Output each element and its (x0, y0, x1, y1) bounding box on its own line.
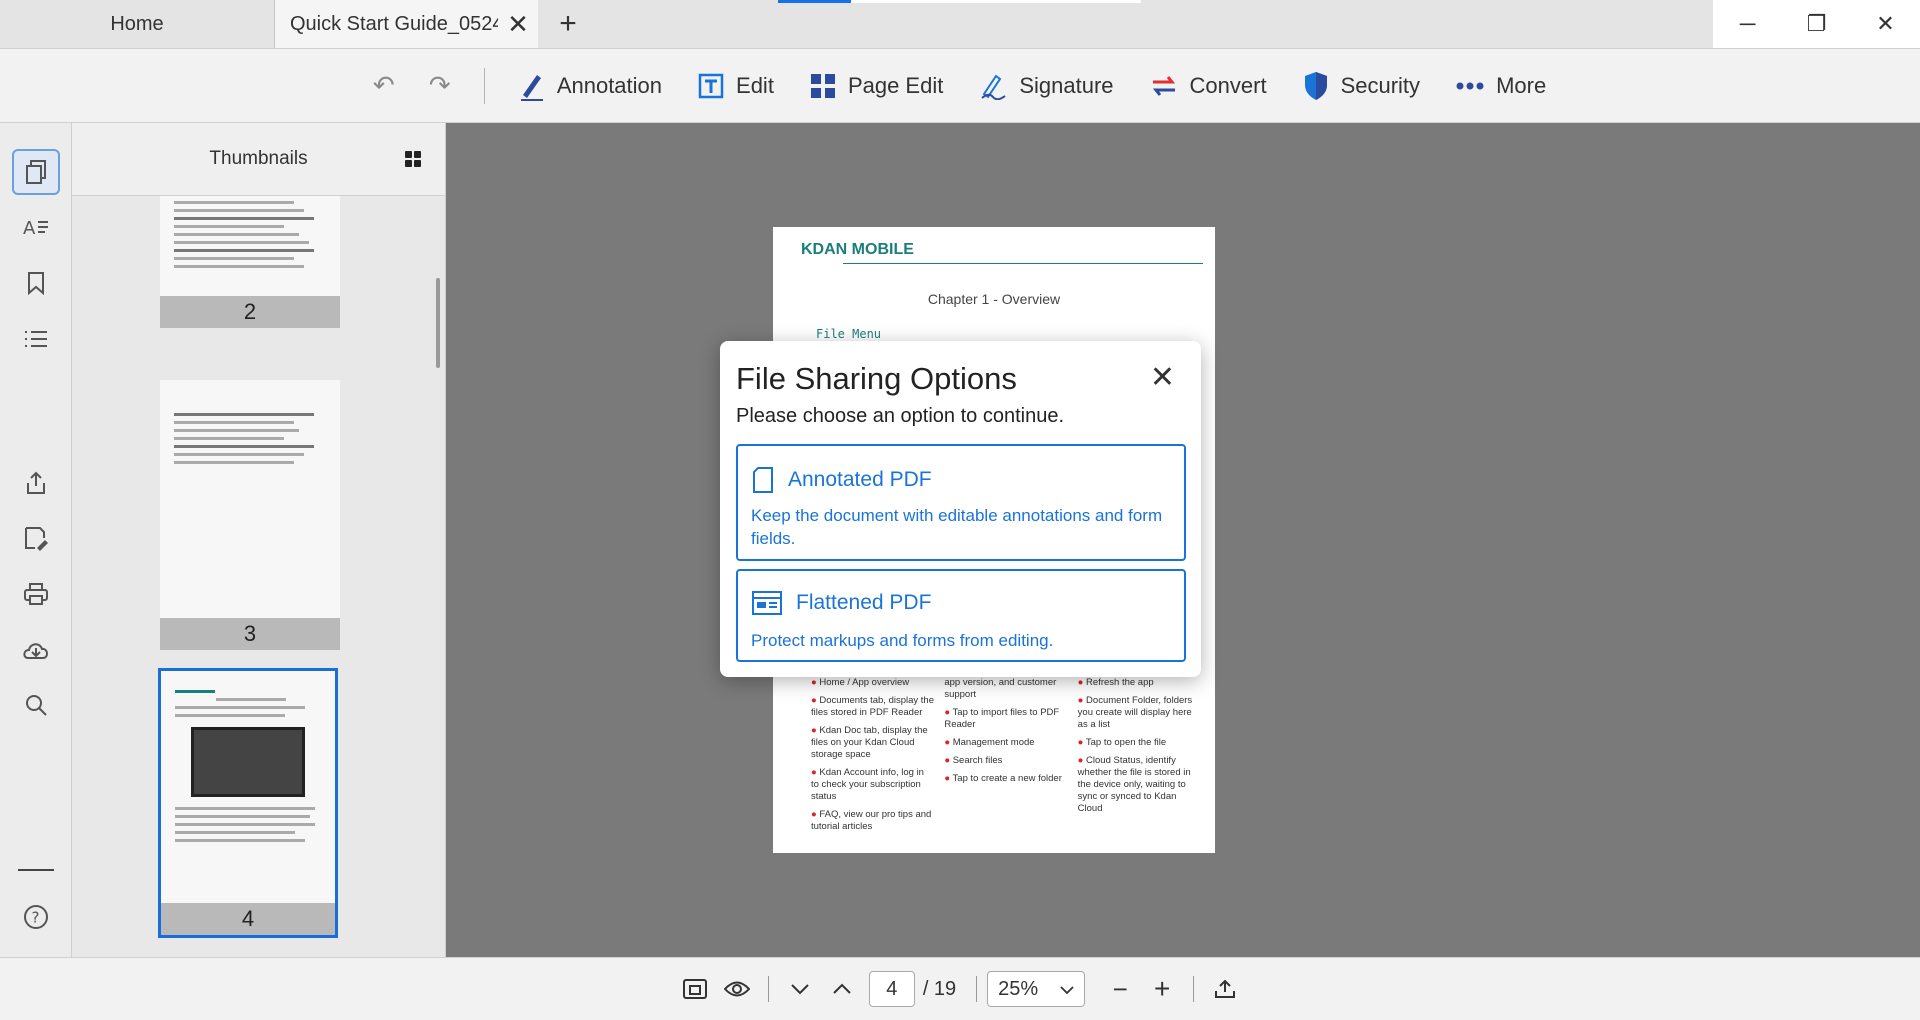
signature-pen-icon (979, 72, 1007, 100)
file-sharing-dialog: File Sharing Options Please choose an op… (720, 341, 1201, 677)
redo-button[interactable]: ↷ (412, 48, 468, 123)
zoom-out-button[interactable]: − (1099, 968, 1141, 1010)
convert-label: Convert (1189, 72, 1267, 98)
thumbnails-panel-icon[interactable] (12, 149, 60, 195)
thumbnail-page-number: 4 (161, 903, 335, 935)
left-rail: A ? (0, 123, 72, 957)
pen-icon (519, 71, 545, 101)
tab-document[interactable]: Quick Start Guide_0524.... ✕ (275, 0, 538, 48)
thumbnails-header: Thumbnails (72, 123, 445, 196)
page-edit-label: Page Edit (847, 72, 944, 98)
fit-page-icon[interactable] (674, 968, 716, 1010)
tab-close-icon[interactable]: ✕ (498, 9, 538, 40)
svg-text:A: A (23, 218, 36, 238)
upload-icon[interactable] (1204, 968, 1246, 1010)
title-bar: Home Quick Start Guide_0524.... ✕ + ─ ❐ … (0, 0, 1920, 48)
svg-text:?: ? (32, 909, 40, 927)
convert-arrows-icon (1150, 73, 1178, 99)
new-tab-button[interactable]: + (548, 0, 588, 48)
print-icon[interactable] (12, 571, 60, 617)
bottom-divider (976, 976, 978, 1002)
legend-column-1: ● Home / App overview ● Documents tab, d… (811, 677, 934, 832)
thumbnail-page-2[interactable]: 2 (160, 196, 340, 328)
bottom-divider (767, 976, 769, 1002)
chapter-heading: Chapter 1 - Overview (927, 291, 1061, 307)
tab-document-label: Quick Start Guide_0524.... (290, 12, 498, 35)
more-label: More (1496, 72, 1547, 98)
share-icon[interactable] (12, 460, 60, 506)
window-controls: ─ ❐ ✕ (1713, 0, 1920, 48)
flattened-pdf-description: Protect markups and forms from editing. (751, 631, 1054, 650)
annotated-pdf-option[interactable]: Annotated PDF Keep the document with edi… (736, 444, 1186, 561)
more-button[interactable]: More (1438, 48, 1564, 123)
view-mode-eye-icon[interactable] (716, 968, 758, 1010)
next-page-chevron-down-icon[interactable] (779, 968, 821, 1010)
loading-bar (778, 0, 1141, 3)
bookmark-icon[interactable] (12, 260, 60, 306)
dialog-close-icon[interactable]: ✕ (1150, 363, 1175, 393)
dialog-title: File Sharing Options (736, 361, 1017, 396)
document-page-icon (752, 466, 774, 494)
bottom-divider (1193, 976, 1195, 1002)
save-icon[interactable] (12, 515, 60, 561)
search-icon[interactable] (12, 682, 60, 728)
header-rule (843, 263, 1203, 264)
previous-page-chevron-up-icon[interactable] (821, 968, 863, 1010)
dialog-subtitle: Please choose an option to continue. (736, 405, 1065, 427)
annotated-pdf-description: Keep the document with editable annotati… (751, 506, 1163, 548)
flattened-document-icon (752, 591, 782, 615)
page-grid-icon (810, 73, 836, 99)
total-pages: / 19 (922, 977, 957, 1000)
thumbnail-page-3[interactable]: 3 (160, 380, 340, 650)
legend-column-3: ● Refresh the app ● Document Folder, fol… (1077, 677, 1193, 814)
help-icon[interactable]: ? (12, 894, 60, 940)
file-menu-heading: File Menu (816, 327, 882, 341)
legend-columns: ● Home / App overview ● Documents tab, d… (811, 677, 1201, 839)
outline-icon[interactable]: A (12, 204, 60, 250)
main-toolbar: ↶ ↷ Annotation Edit Page Edit Signature … (0, 48, 1920, 123)
edit-button[interactable]: Edit (680, 48, 792, 123)
annotation-label: Annotation (556, 72, 663, 98)
thumbnails-panel: Thumbnails 2 3 4 (72, 123, 446, 957)
toolbar-divider (483, 67, 485, 104)
convert-button[interactable]: Convert (1132, 48, 1285, 123)
tab-home-label: Home (110, 12, 164, 35)
more-dots-icon (1456, 81, 1484, 91)
bottom-bar: 4 / 19 25% − + (0, 957, 1920, 1020)
security-button[interactable]: Security (1285, 48, 1438, 123)
tab-home[interactable]: Home (0, 0, 275, 48)
chevron-down-icon (1060, 978, 1074, 1001)
signature-label: Signature (1019, 72, 1114, 98)
annotated-pdf-label: Annotated PDF (788, 468, 932, 491)
zoom-in-button[interactable]: + (1141, 968, 1183, 1010)
restore-button[interactable]: ❐ (1782, 0, 1851, 48)
list-icon[interactable] (12, 316, 60, 362)
rail-divider (18, 869, 54, 871)
flattened-pdf-label: Flattened PDF (796, 591, 932, 614)
security-label: Security (1340, 72, 1421, 98)
grid-view-icon[interactable] (405, 151, 421, 167)
thumbnails-scrollbar[interactable] (436, 278, 440, 368)
undo-button[interactable]: ↶ (356, 48, 412, 123)
signature-button[interactable]: Signature (961, 48, 1131, 123)
annotation-button[interactable]: Annotation (501, 48, 680, 123)
zoom-value: 25% (998, 977, 1039, 1000)
page-edit-button[interactable]: Page Edit (792, 48, 961, 123)
cloud-icon[interactable] (12, 627, 60, 673)
thumbnail-page-number: 2 (160, 296, 340, 328)
kdan-logo: KDAN MOBILE (801, 241, 914, 258)
current-page-input[interactable]: 4 (868, 971, 915, 1007)
zoom-select[interactable]: 25% (987, 971, 1086, 1007)
minimize-button[interactable]: ─ (1713, 0, 1782, 48)
thumbnail-page-4[interactable]: 4 (158, 668, 338, 938)
close-window-button[interactable]: ✕ (1851, 0, 1920, 48)
flattened-pdf-option[interactable]: Flattened PDF Protect markups and forms … (736, 569, 1186, 662)
thumbnail-page-number: 3 (160, 618, 340, 650)
edit-label: Edit (736, 72, 774, 98)
thumbnails-title: Thumbnails (209, 148, 308, 169)
text-edit-icon (698, 73, 724, 99)
legend-column-2: app version, and customer support ● Tap … (944, 677, 1062, 784)
shield-icon (1303, 71, 1329, 101)
